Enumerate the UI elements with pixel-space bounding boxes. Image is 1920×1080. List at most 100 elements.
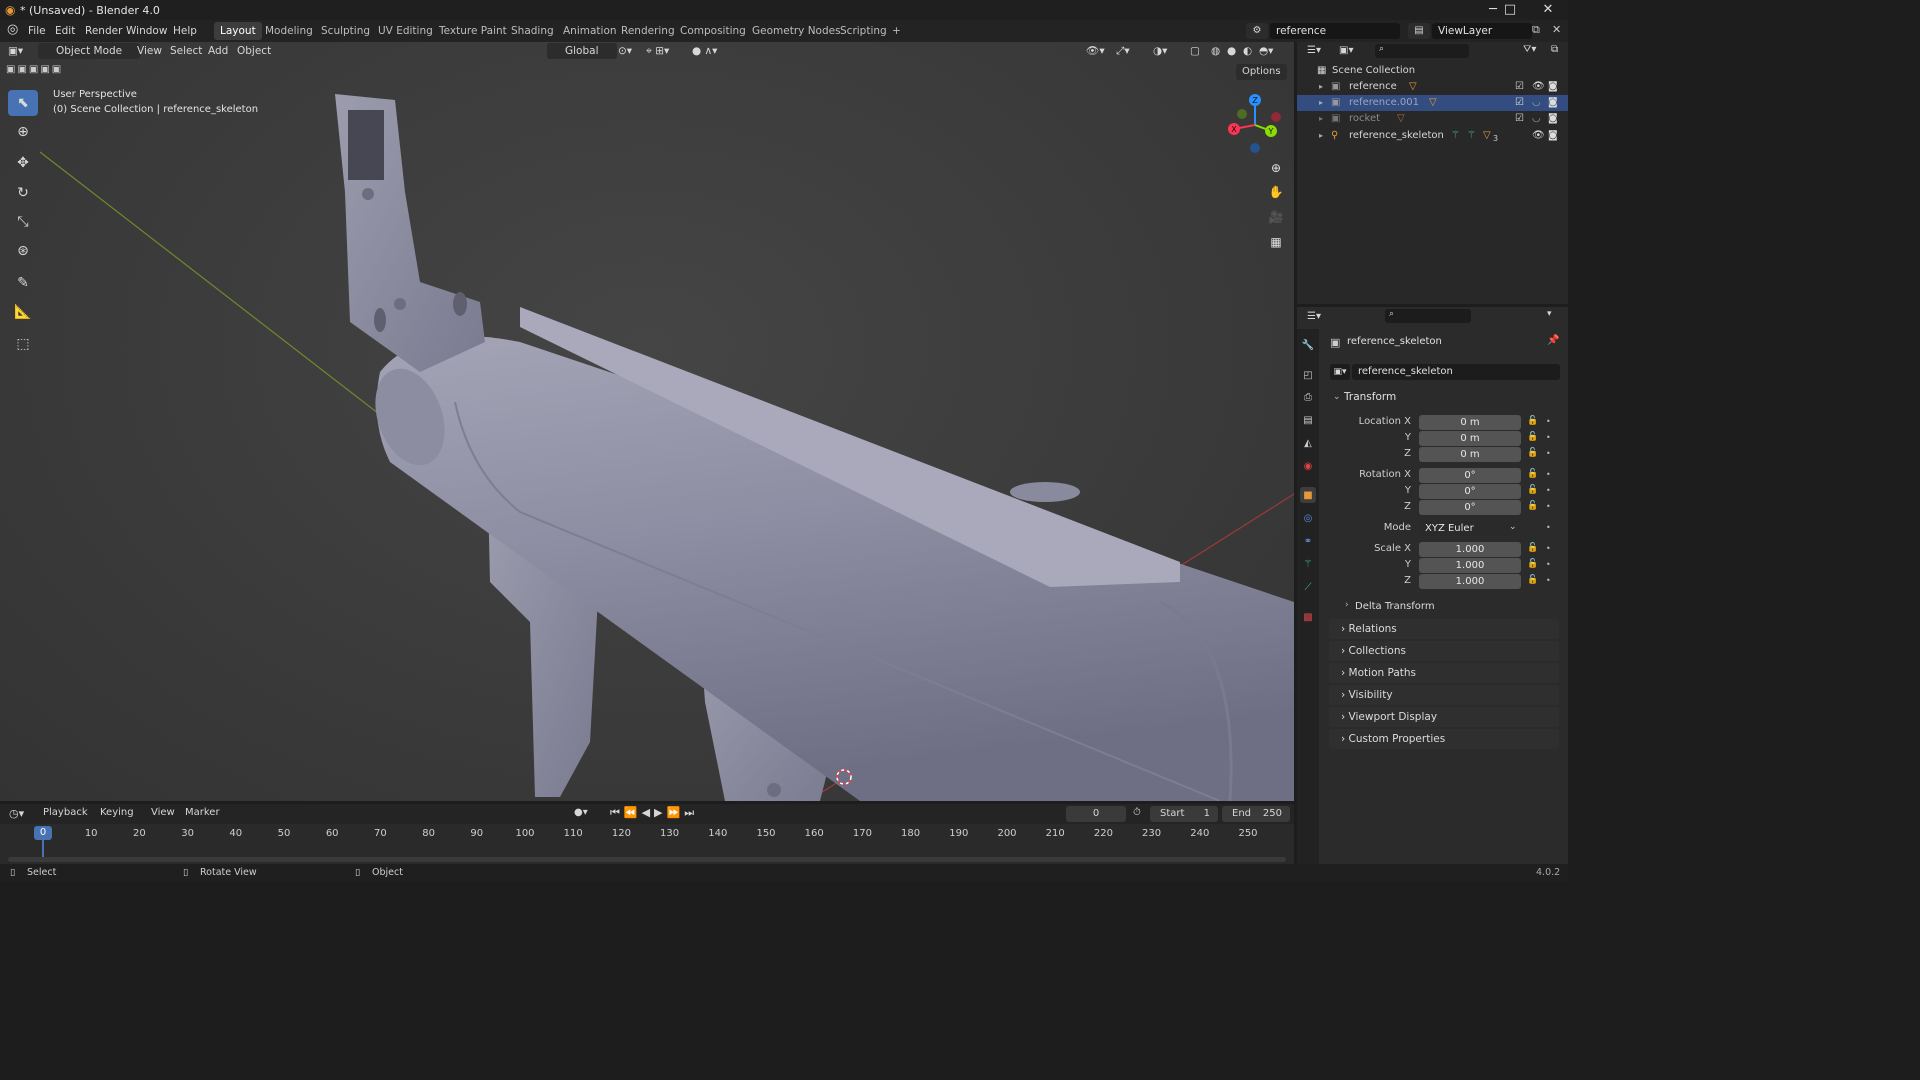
timeline-menu-keying[interactable]: Keying <box>100 807 134 818</box>
select-box-tool[interactable]: ⬉ <box>8 90 38 116</box>
section-visibility[interactable]: › Visibility <box>1329 685 1559 705</box>
camera-icon[interactable]: ◙ <box>1548 111 1558 127</box>
snap-icon[interactable]: ⌖ ⊞▾ <box>646 43 669 59</box>
tab-compositing[interactable]: Compositing <box>674 22 752 40</box>
object-datablock-icon[interactable]: ▣▾ <box>1330 364 1350 380</box>
expand-arrow-icon[interactable]: ▸ <box>1319 79 1323 95</box>
transform-orientation-dropdown[interactable]: Global <box>547 43 617 59</box>
overlay-toggle-icon[interactable]: ◑▾ <box>1153 43 1167 59</box>
display-mode-icon[interactable]: ▣▾ <box>1339 45 1353 56</box>
shading-wireframe-icon[interactable]: ◍ <box>1211 43 1220 59</box>
checkbox-icon[interactable]: ☑ <box>1515 95 1524 111</box>
viewlayer-icon[interactable]: ▤ <box>1408 23 1430 39</box>
ortho-grid-icon[interactable]: ▦ <box>1265 231 1287 253</box>
viewport-menu-object[interactable]: Object <box>237 43 271 59</box>
add-cube-tool[interactable]: ⬚ <box>8 331 38 357</box>
transform-collapse-icon[interactable]: ⌄ <box>1333 392 1341 402</box>
object-tab-icon[interactable]: ■ <box>1300 487 1316 503</box>
section-viewport-display[interactable]: › Viewport Display <box>1329 707 1559 727</box>
tool-tab-icon[interactable]: 🔧 <box>1300 337 1316 353</box>
keyframe-dot-icon[interactable]: • <box>1546 486 1551 495</box>
rotation-z-field[interactable]: 0° <box>1419 500 1521 515</box>
viewlayer-field[interactable]: ViewLayer <box>1432 23 1532 39</box>
move-tool[interactable]: ✥ <box>8 150 38 176</box>
expand-arrow-icon[interactable]: ▸ <box>1319 111 1323 127</box>
checkbox-icon[interactable]: ☑ <box>1515 111 1524 127</box>
navigation-gizmo[interactable]: Z Y X <box>1222 92 1288 158</box>
section-collections[interactable]: › Collections <box>1329 641 1559 661</box>
location-z-field[interactable]: 0 m <box>1419 447 1521 462</box>
keyframe-dot-icon[interactable]: • <box>1546 470 1551 479</box>
transform-header[interactable]: Transform <box>1344 391 1396 403</box>
texture-tab-icon[interactable]: ▩ <box>1300 609 1316 625</box>
add-workspace-button[interactable]: + <box>886 22 907 40</box>
shading-material-icon[interactable]: ◐ <box>1243 43 1252 59</box>
close-button[interactable]: ✕ <box>1530 0 1566 20</box>
view-layer-tab-icon[interactable]: ▤ <box>1300 412 1316 428</box>
timeline-editor-icon[interactable]: ◷▾ <box>9 807 24 820</box>
pivot-point-icon[interactable]: ⊙▾ <box>618 43 632 59</box>
physics-tab-icon[interactable]: ◎ <box>1300 510 1316 526</box>
location-x-field[interactable]: 0 m <box>1419 415 1521 430</box>
lock-icon[interactable]: 🔓 <box>1527 543 1538 553</box>
annotate-tool[interactable]: ✎ <box>8 270 38 296</box>
tab-layout[interactable]: Layout <box>214 22 262 40</box>
tab-sculpting[interactable]: Sculpting <box>315 22 376 40</box>
delta-transform-header[interactable]: Delta Transform <box>1355 601 1435 612</box>
current-frame-field[interactable]: 0 <box>1066 806 1126 822</box>
proportional-edit-icon[interactable]: ● ∧▾ <box>692 43 717 59</box>
new-collection-icon[interactable]: ⧉ <box>1551 44 1558 55</box>
selection-mode-icons[interactable]: ▣▣▣▣▣ <box>6 64 86 79</box>
menu-edit[interactable]: Edit <box>55 23 75 39</box>
eye-icon[interactable]: 👁 <box>1532 79 1545 95</box>
keyframe-dot-icon[interactable]: • <box>1546 433 1551 442</box>
tab-texture-paint[interactable]: Texture Paint <box>433 22 513 40</box>
menu-file[interactable]: File <box>28 23 46 39</box>
lock-icon[interactable]: 🔓 <box>1527 575 1538 585</box>
new-viewlayer-icon[interactable]: ⧉ <box>1532 23 1540 37</box>
timeline-menu-marker[interactable]: Marker <box>185 807 220 818</box>
editor-type-icon[interactable]: ▣▾ <box>8 43 32 59</box>
gizmo-toggle-icon[interactable]: ⤢▾ <box>1116 43 1130 59</box>
rotate-tool[interactable]: ↻ <box>8 180 38 206</box>
scale-tool[interactable]: ⤡ <box>8 209 38 235</box>
armature-tab-icon[interactable]: ⚚ <box>1300 556 1316 572</box>
tab-animation[interactable]: Animation <box>557 22 623 40</box>
pan-hand-icon[interactable]: ✋ <box>1265 181 1287 203</box>
keyframe-dot-icon[interactable]: • <box>1546 560 1551 569</box>
properties-editor-icon[interactable]: ☰▾ <box>1307 311 1321 322</box>
object-mode-dropdown[interactable]: Object Mode <box>38 43 141 59</box>
filter-icon[interactable]: ⛛▾ <box>1523 44 1536 55</box>
location-y-field[interactable]: 0 m <box>1419 431 1521 446</box>
eye-icon[interactable]: 👁 <box>1532 128 1545 144</box>
transform-tool[interactable]: ⊛ <box>8 238 38 264</box>
eye-closed-icon[interactable]: ◡ <box>1532 111 1541 127</box>
tab-shading[interactable]: Shading <box>505 22 560 40</box>
lock-icon[interactable]: 🔓 <box>1527 559 1538 569</box>
tab-modeling[interactable]: Modeling <box>259 22 319 40</box>
scene-tab-icon[interactable]: ◭ <box>1300 435 1316 451</box>
keyframe-dot-icon[interactable]: • <box>1546 544 1551 553</box>
remove-viewlayer-icon[interactable]: ✕ <box>1552 23 1561 36</box>
end-frame-field[interactable]: End 250 <box>1222 806 1290 822</box>
object-name-field[interactable]: reference_skeleton <box>1352 364 1560 380</box>
outliner-search-icon[interactable]: ⌕ <box>1375 44 1469 58</box>
properties-search-icon[interactable]: ⌕ <box>1385 309 1471 323</box>
constraints-tab-icon[interactable]: ⚭ <box>1300 533 1316 549</box>
lock-icon[interactable]: 🔓 <box>1527 485 1538 495</box>
measure-tool[interactable]: 📐 <box>8 299 38 325</box>
camera-icon[interactable]: ◙ <box>1548 95 1558 111</box>
keyframe-dot-icon[interactable]: • <box>1546 576 1551 585</box>
tab-scripting[interactable]: Scripting <box>834 22 893 40</box>
output-tab-icon[interactable]: ⎙ <box>1300 389 1316 405</box>
expand-arrow-icon[interactable]: ▸ <box>1319 95 1323 111</box>
menu-render[interactable]: Render <box>85 23 122 39</box>
viewport-menu-add[interactable]: Add <box>208 43 228 59</box>
properties-options-icon[interactable]: ▾ <box>1547 309 1552 319</box>
keyframe-dot-icon[interactable]: • <box>1546 417 1551 426</box>
blender-menu-icon[interactable]: ◎ <box>7 22 18 37</box>
tab-rendering[interactable]: Rendering <box>615 22 681 40</box>
section-relations[interactable]: › Relations <box>1329 619 1559 639</box>
scale-y-field[interactable]: 1.000 <box>1419 558 1521 573</box>
playback-controls-icon[interactable]: ⏮⏪◀▶⏩⏭ <box>610 806 698 820</box>
